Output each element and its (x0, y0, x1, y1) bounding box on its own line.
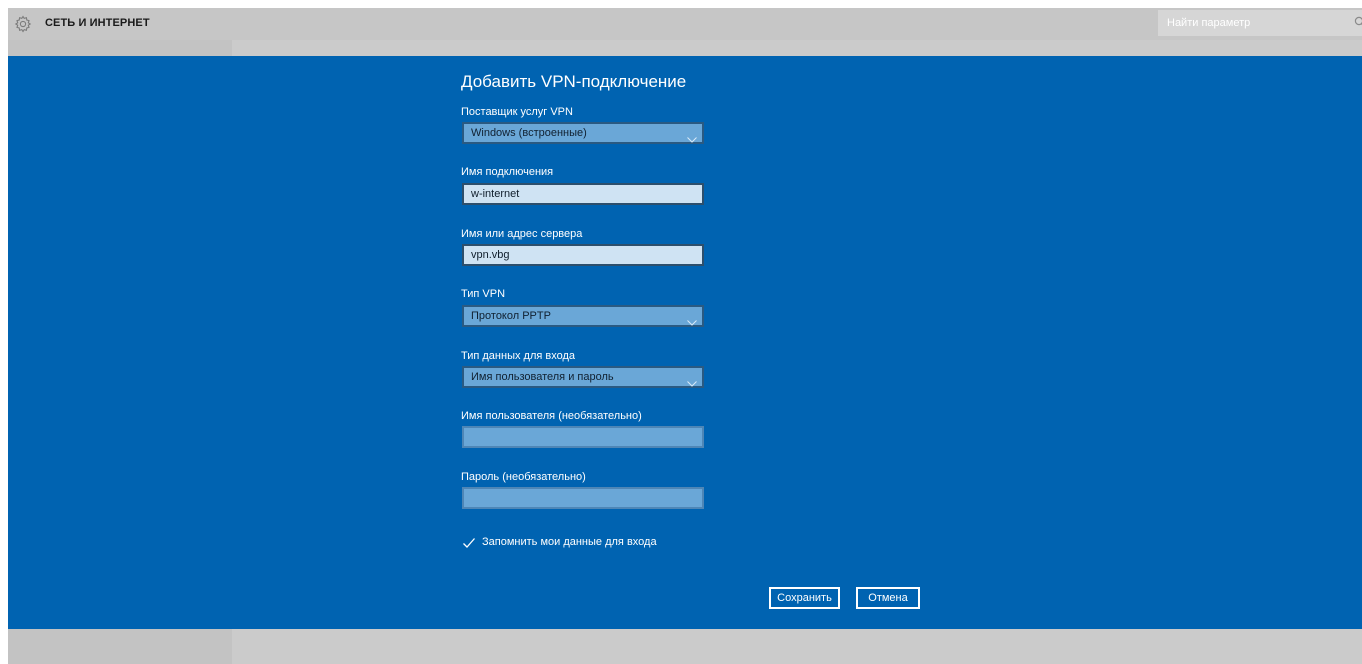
search-box[interactable] (1158, 10, 1362, 36)
vpn-type-value: Протокол PPTP (471, 310, 551, 322)
provider-label: Поставщик услуг VPN (461, 106, 573, 118)
chevron-down-icon (687, 374, 697, 387)
server-label: Имя или адрес сервера (461, 228, 583, 240)
username-field[interactable] (462, 426, 704, 448)
title-bar: СЕТЬ И ИНТЕРНЕТ (8, 8, 1362, 40)
connection-name-input[interactable] (464, 185, 702, 203)
server-field[interactable] (462, 244, 704, 266)
checkmark-icon[interactable] (462, 536, 476, 550)
search-input[interactable] (1158, 10, 1357, 36)
window-title: СЕТЬ И ИНТЕРНЕТ (45, 17, 150, 29)
password-field[interactable] (462, 487, 704, 509)
username-input[interactable] (464, 428, 702, 446)
password-input[interactable] (464, 489, 702, 507)
provider-dropdown[interactable]: Windows (встроенные) (462, 122, 704, 144)
username-label: Имя пользователя (необязательно) (461, 410, 642, 422)
cancel-button[interactable]: Отмена (856, 587, 920, 609)
gear-icon (14, 15, 32, 33)
password-label: Пароль (необязательно) (461, 471, 586, 483)
vpn-type-label: Тип VPN (461, 288, 506, 300)
remember-label: Запомнить мои данные для входа (482, 536, 657, 548)
chevron-down-icon (687, 130, 697, 143)
signin-type-dropdown[interactable]: Имя пользователя и пароль (462, 366, 704, 388)
server-input[interactable] (464, 246, 702, 264)
search-icon[interactable] (1354, 16, 1362, 30)
signin-type-value: Имя пользователя и пароль (471, 371, 614, 383)
provider-value: Windows (встроенные) (471, 127, 587, 139)
chevron-down-icon (687, 313, 697, 326)
vpn-type-dropdown[interactable]: Протокол PPTP (462, 305, 704, 327)
connection-name-field[interactable] (462, 183, 704, 205)
dialog-title: Добавить VPN-подключение (461, 72, 687, 91)
connection-name-label: Имя подключения (461, 166, 554, 178)
save-button[interactable]: Сохранить (769, 587, 840, 609)
signin-type-label: Тип данных для входа (461, 350, 576, 362)
vpn-dialog: Добавить VPN-подключение Поставщик услуг… (8, 56, 1362, 629)
